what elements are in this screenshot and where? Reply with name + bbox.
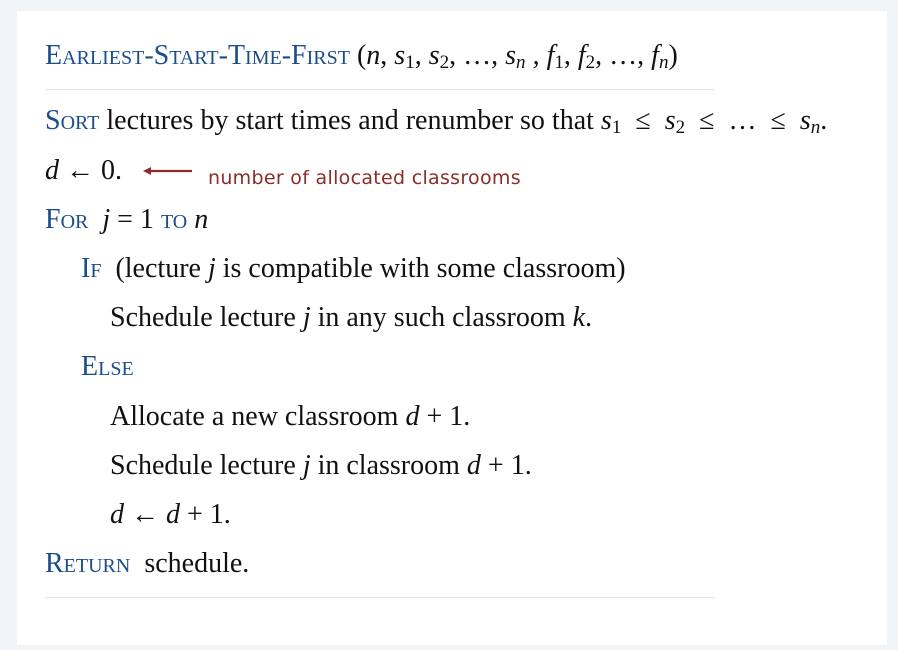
return-line: Return schedule. xyxy=(45,550,249,578)
schedule-new-line: Schedule lecture j in classroom d + 1. xyxy=(110,450,532,481)
else-line: Else xyxy=(81,353,134,381)
increment-line: d ← d + 1. xyxy=(110,499,231,530)
init-line: d ← 0. xyxy=(45,155,122,186)
schedule-any-line: Schedule lecture j in any such classroom… xyxy=(110,302,593,333)
header-divider xyxy=(45,89,715,90)
sort-keyword: Sort xyxy=(45,105,100,136)
else-keyword: Else xyxy=(81,351,134,382)
if-line: If (lecture j is compatible with some cl… xyxy=(81,253,626,284)
to-keyword: to xyxy=(160,204,188,235)
algorithm-params: (n, s1, s2, …, sn , f1, f2, …, fn) xyxy=(356,40,678,74)
footer-divider xyxy=(45,597,715,598)
annotation-label: number of allocated classrooms xyxy=(208,167,521,189)
for-keyword: For xyxy=(45,204,89,235)
return-keyword: Return xyxy=(45,548,131,579)
sort-text: lectures by start times and renumber so … xyxy=(106,105,594,136)
for-line: For j = 1 to n xyxy=(45,204,209,235)
sort-condition: s1 ≤ s2 ≤ … ≤ sn. xyxy=(600,105,828,139)
sort-line: Sort lectures by start times and renumbe… xyxy=(45,105,828,139)
allocate-line: Allocate a new classroom d + 1. xyxy=(110,401,471,432)
algorithm-signature: Earliest-Start-Time-First (n, s1, s2, …,… xyxy=(45,40,678,74)
return-text: schedule. xyxy=(144,548,250,579)
algorithm-card: Earliest-Start-Time-First (n, s1, s2, …,… xyxy=(17,11,887,645)
algorithm-name: Earliest-Start-Time-First xyxy=(45,40,350,71)
if-keyword: If xyxy=(81,253,102,284)
annotation-arrow-icon xyxy=(143,167,192,175)
